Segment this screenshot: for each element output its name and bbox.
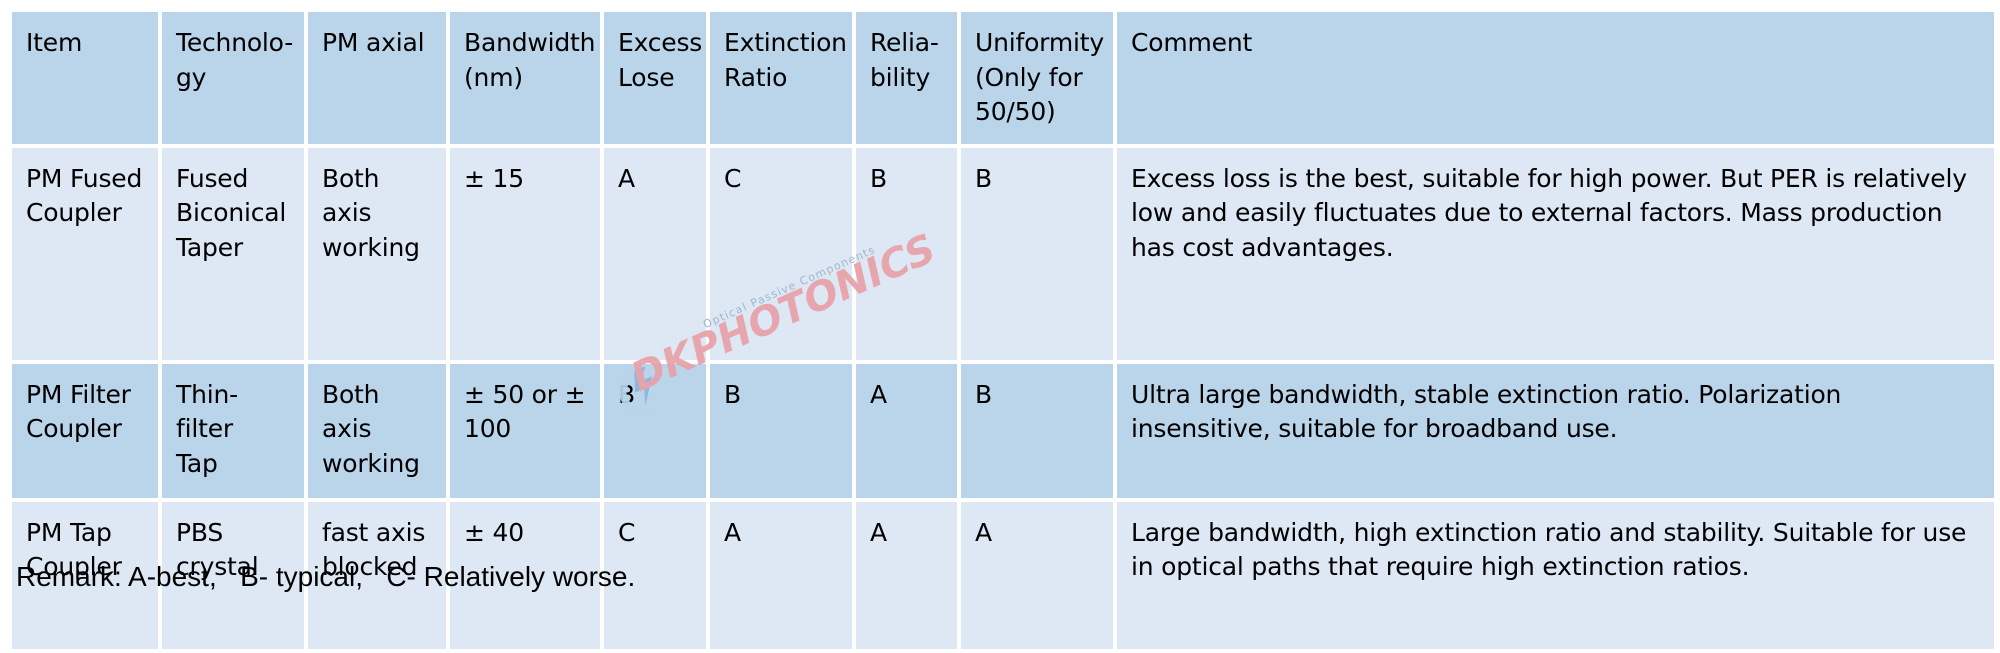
table-row: PM Fused Coupler Fused Biconical Taper B… xyxy=(12,147,1994,360)
cell-extinction-ratio: B xyxy=(710,363,852,498)
page-root: Item Technolo- gy PM axial Bandwidth (nm… xyxy=(0,0,2000,649)
cell-reliability: A xyxy=(856,363,957,498)
cell-excess-lose: B xyxy=(604,363,706,498)
cell-comment: Excess loss is the best, suitable for hi… xyxy=(1117,147,1994,360)
table-header-row: Item Technolo- gy PM axial Bandwidth (nm… xyxy=(12,12,1994,144)
column-header-excess-lose: Excess Lose xyxy=(604,12,706,144)
table-row: PM Filter Coupler Thin-filter Tap Both a… xyxy=(12,363,1994,498)
cell-pm-axial: Both axis working xyxy=(308,363,446,498)
cell-reliability: A xyxy=(856,501,957,649)
cell-technology: Fused Biconical Taper xyxy=(162,147,304,360)
cell-technology: Thin-filter Tap xyxy=(162,363,304,498)
cell-pm-axial: Both axis working xyxy=(308,147,446,360)
remark-legend: Remark: A-best, B- typical, C- Relativel… xyxy=(16,561,636,592)
column-header-bandwidth: Bandwidth (nm) xyxy=(450,12,600,144)
column-header-technology: Technolo- gy xyxy=(162,12,304,144)
column-header-item: Item xyxy=(12,12,158,144)
cell-uniformity: A xyxy=(961,501,1113,649)
cell-extinction-ratio: C xyxy=(710,147,852,360)
cell-bandwidth: ± 50 or ± 100 xyxy=(450,363,600,498)
cell-excess-lose: A xyxy=(604,147,706,360)
column-header-uniformity: Uniformity (Only for 50/50) xyxy=(961,12,1113,144)
cell-item: PM Fused Coupler xyxy=(12,147,158,360)
cell-extinction-ratio: A xyxy=(710,501,852,649)
cell-item: PM Filter Coupler xyxy=(12,363,158,498)
pm-coupler-comparison-table: Item Technolo- gy PM axial Bandwidth (nm… xyxy=(8,8,1998,653)
column-header-reliability: Relia- bility xyxy=(856,12,957,144)
cell-reliability: B xyxy=(856,147,957,360)
cell-bandwidth: ± 15 xyxy=(450,147,600,360)
column-header-extinction-ratio: Extinction Ratio xyxy=(710,12,852,144)
column-header-pm-axial: PM axial xyxy=(308,12,446,144)
cell-uniformity: B xyxy=(961,363,1113,498)
cell-comment: Large bandwidth, high extinction ratio a… xyxy=(1117,501,1994,649)
cell-uniformity: B xyxy=(961,147,1113,360)
cell-comment: Ultra large bandwidth, stable extinction… xyxy=(1117,363,1994,498)
column-header-comment: Comment xyxy=(1117,12,1994,144)
